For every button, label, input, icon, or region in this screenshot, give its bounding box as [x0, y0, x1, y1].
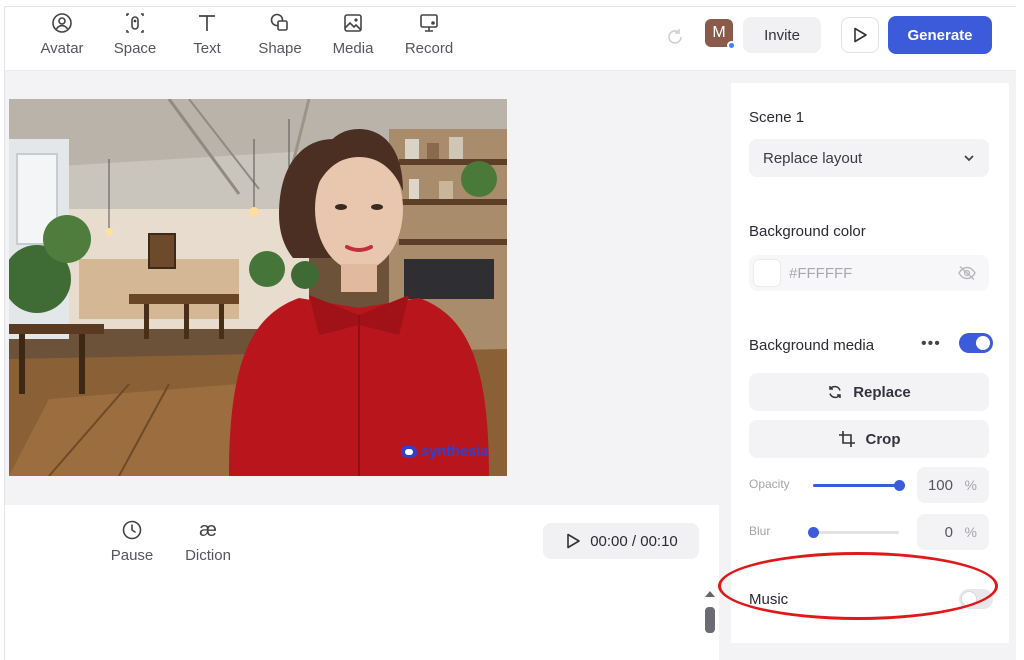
play-icon: [854, 27, 867, 43]
tool-label: Space: [113, 40, 157, 57]
text-icon: [199, 15, 215, 31]
pause-tool[interactable]: Pause: [97, 519, 167, 564]
tool-label: Shape: [258, 40, 302, 57]
pause-label: Pause: [110, 547, 154, 564]
opacity-fill: [813, 484, 899, 487]
crop-icon: [838, 431, 855, 447]
ae-ligature-icon: æ: [199, 519, 217, 541]
time-display: 00:00 / 00:10: [590, 532, 678, 550]
clock-icon: [122, 520, 142, 540]
space-icon: [126, 13, 144, 33]
bg-media-title: Background media: [749, 337, 875, 354]
opacity-unit: %: [964, 477, 977, 493]
synthesia-logo-icon: [401, 445, 417, 458]
tool-label: Text: [193, 40, 221, 57]
tool-avatar[interactable]: Avatar: [27, 11, 97, 57]
generate-button[interactable]: Generate: [888, 16, 992, 54]
tool-text[interactable]: Text: [172, 11, 242, 57]
shape-icon: [270, 13, 288, 31]
blur-unit: %: [964, 524, 977, 540]
replace-label: Replace: [853, 383, 911, 401]
tool-label: Media: [332, 40, 374, 57]
crop-label: Crop: [865, 430, 901, 448]
layout-select-value: Replace layout: [763, 149, 863, 167]
blur-track[interactable]: [813, 531, 899, 534]
blur-row: Blur 0 %: [749, 514, 993, 550]
bg-media-toggle[interactable]: [959, 333, 993, 353]
opacity-value: 100: [927, 477, 953, 494]
opacity-thumb[interactable]: [894, 480, 905, 491]
opacity-row: Opacity 100 %: [749, 467, 993, 503]
refresh-icon: [829, 385, 841, 399]
brand-watermark: synthesia: [401, 443, 489, 460]
color-swatch[interactable]: [753, 259, 781, 287]
blur-thumb[interactable]: [808, 527, 819, 538]
preview-play-button[interactable]: [841, 17, 879, 53]
scene-title: Scene 1: [749, 109, 805, 126]
diction-tool[interactable]: æ Diction: [173, 519, 243, 564]
sync-icon: [668, 29, 682, 44]
tool-shape[interactable]: Shape: [245, 11, 315, 57]
cafe-background-image: [9, 99, 507, 476]
script-panel: Pause æ Diction 00:00 / 00:10: [5, 505, 719, 660]
tool-label: Record: [404, 40, 454, 57]
scrollbar-thumb[interactable]: [705, 607, 715, 633]
tool-record[interactable]: Record: [394, 11, 464, 57]
record-icon: [420, 14, 438, 32]
tool-label: Avatar: [40, 40, 84, 57]
replace-media-button[interactable]: Replace: [749, 373, 989, 411]
bg-color-field[interactable]: #FFFFFF: [749, 255, 989, 291]
scene-canvas[interactable]: synthesia: [9, 99, 507, 476]
eye-off-icon[interactable]: [957, 265, 977, 281]
chevron-down-icon: [964, 155, 974, 162]
playback-time-button[interactable]: 00:00 / 00:10: [543, 523, 699, 559]
scroll-up-arrow[interactable]: [705, 591, 715, 597]
annotation-highlight-oval: [718, 552, 998, 620]
diction-label: Diction: [185, 547, 231, 564]
tool-space[interactable]: Space: [100, 11, 170, 57]
blur-input[interactable]: 0 %: [917, 514, 989, 550]
blur-label: Blur: [749, 524, 771, 538]
opacity-label: Opacity: [749, 477, 790, 491]
more-options-icon[interactable]: •••: [921, 335, 941, 353]
crop-media-button[interactable]: Crop: [749, 420, 989, 458]
bg-color-value: #FFFFFF: [789, 264, 853, 282]
avatar-icon: [52, 13, 72, 33]
blur-value: 0: [944, 524, 953, 541]
toggle-knob: [976, 336, 990, 350]
online-status-dot: [727, 41, 736, 50]
layout-select[interactable]: Replace layout: [749, 139, 989, 177]
bg-color-title: Background color: [749, 223, 866, 240]
top-toolbar: Avatar Space Text Shape Media Record M I…: [5, 7, 1016, 71]
opacity-input[interactable]: 100 %: [917, 467, 989, 503]
invite-button[interactable]: Invite: [743, 17, 821, 53]
watermark-text: synthesia: [421, 443, 489, 460]
play-icon: [567, 533, 581, 549]
media-icon: [344, 14, 362, 32]
tool-media[interactable]: Media: [318, 11, 388, 57]
